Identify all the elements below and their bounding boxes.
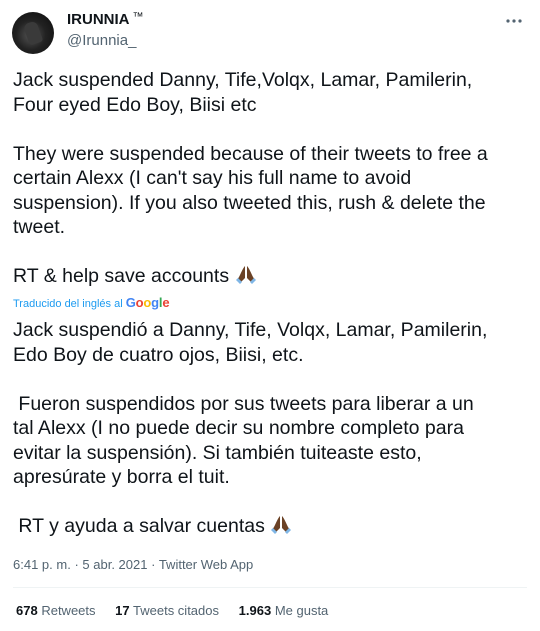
- likes-stat[interactable]: 1.963 Me gusta: [239, 603, 329, 618]
- retweets-stat[interactable]: 678 Retweets: [16, 603, 96, 618]
- translation-text-line: [13, 490, 528, 515]
- original-text-line: RT & help save accounts: [13, 264, 528, 289]
- likes-count: 1.963: [238, 603, 272, 618]
- display-name[interactable]: IRUNNIA: [67, 11, 130, 28]
- tweet-stats: 678 Retweets 17 Tweets citados 1.963 Me …: [16, 603, 344, 618]
- tweet-header: IRUNNIA ™ @Irunnia_: [12, 9, 532, 55]
- translation-text-line: apresúrate y borra el tuit.: [13, 466, 230, 488]
- more-dots-icon[interactable]: [504, 11, 524, 31]
- meta-separator: ·: [74, 557, 79, 572]
- praying-hands-emoji: [235, 266, 256, 284]
- tweet-source[interactable]: Twitter Web App: [159, 557, 253, 572]
- translation-text-line: Fueron suspendidos por sus tweets para l…: [13, 392, 474, 415]
- tweet-date[interactable]: 5 abr. 2021: [82, 557, 147, 572]
- tweet-original-text: Jack suspended Danny, Tife,Volqx, Lamar,…: [13, 68, 528, 289]
- avatar-figure: [22, 20, 44, 46]
- original-text-line: Four eyed Edo Boy, Biisi etc: [13, 93, 257, 116]
- original-text-line: They were suspended because of their twe…: [13, 142, 488, 165]
- likes-label: Me gusta: [274, 603, 329, 618]
- retweets-count: 678: [16, 603, 38, 618]
- tweet-time[interactable]: 6:41 p. m.: [13, 557, 71, 572]
- original-text-line: certain Alexx (I can't say his full name…: [13, 167, 412, 189]
- tweet-translation-text: Jack suspendió a Danny, Tife, Volqx, Lam…: [13, 318, 528, 539]
- original-text-line: Jack suspended Danny, Tife,Volqx, Lamar,…: [13, 69, 473, 91]
- quotes-stat[interactable]: 17 Tweets citados: [115, 603, 219, 618]
- translated-by-label: Traducido del inglés al: [13, 298, 123, 310]
- author-name[interactable]: IRUNNIA ™: [67, 11, 144, 28]
- original-text-line: tweet.: [13, 216, 66, 238]
- translation-text-line: Edo Boy de cuatro ojos, Biisi, etc.: [13, 343, 304, 366]
- translation-text-line: tal Alexx (I no puede decir su nombre co…: [13, 417, 464, 439]
- original-text-line: [13, 117, 528, 142]
- translation-text-line: Jack suspendió a Danny, Tife, Volqx, Lam…: [13, 319, 488, 341]
- translation-text-line: evitar la suspensión). Si también tuitea…: [13, 441, 422, 464]
- quotes-count: 17: [115, 603, 130, 618]
- original-text-line: [13, 240, 528, 265]
- translation-text-line: [13, 367, 528, 392]
- author-handle[interactable]: @Irunnia_: [67, 32, 136, 49]
- praying-hands-emoji: [271, 516, 292, 534]
- google-logo: Google: [125, 295, 170, 310]
- translation-text-line: RT y ayuda a salvar cuentas: [13, 514, 528, 539]
- trademark-symbol: ™: [132, 11, 144, 23]
- retweets-label: Retweets: [41, 603, 96, 618]
- avatar[interactable]: [12, 12, 54, 54]
- translation-attribution[interactable]: Traducido del inglés al Google: [13, 295, 170, 310]
- original-text-line: suspension). If you also tweeted this, r…: [13, 191, 486, 214]
- tweet-meta: 6:41 p. m. · 5 abr. 2021 · Twitter Web A…: [13, 557, 253, 572]
- divider: [13, 587, 527, 588]
- meta-separator: ·: [151, 557, 156, 572]
- quotes-label: Tweets citados: [133, 603, 220, 618]
